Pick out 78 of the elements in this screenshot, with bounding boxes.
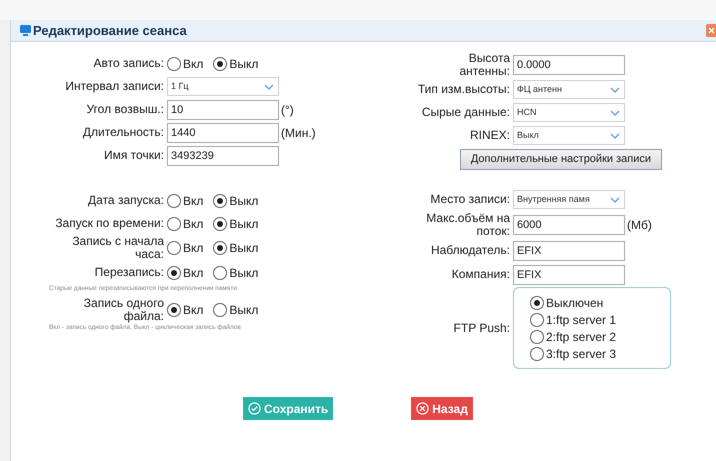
radio-label[interactable]: Вкл [183, 214, 204, 232]
field-label: Дата запуска: [87, 194, 164, 207]
radio-button[interactable] [213, 194, 228, 208]
chevron-down-icon [610, 132, 620, 138]
radio-button[interactable] [213, 266, 228, 280]
text-field[interactable]: 3493239 [167, 146, 279, 166]
radio-label[interactable]: Выкл [229, 239, 258, 257]
radio-button[interactable] [530, 330, 544, 344]
radio-button[interactable] [530, 296, 544, 310]
radio-label[interactable]: Вкл [183, 264, 204, 282]
monitor-icon [19, 24, 32, 37]
field-label: Компания: [450, 268, 510, 281]
chevron-down-icon [610, 86, 620, 92]
field-label: Тип изм.высоты: [416, 83, 510, 96]
unit-label: (Мб) [627, 217, 652, 234]
field-label: Макс.объём на поток: [425, 212, 510, 238]
chevron-down-icon [610, 110, 620, 116]
field-label: RINEX: [468, 129, 510, 142]
radio-label[interactable]: Вкл [183, 239, 204, 257]
chevron-down-icon [264, 84, 274, 90]
field-label: Сырые данные: [420, 106, 510, 119]
text-field[interactable]: EFIX [513, 264, 625, 284]
unit-label: (Мин.) [281, 124, 316, 142]
field-label: FTP Push: [452, 322, 510, 334]
close-icon[interactable] [706, 24, 716, 37]
dropdown-select[interactable]: Выкл [513, 126, 625, 145]
x-circle-icon [416, 402, 430, 415]
field-label: Угол возвыш.: [85, 103, 164, 116]
radio-button[interactable] [167, 194, 181, 208]
text-field[interactable]: 0.0000 [513, 55, 625, 75]
advanced-settings-button[interactable]: Дополнительные настройки записи [460, 149, 662, 170]
field-label: Запись одного файла: [82, 297, 164, 323]
radio-label[interactable]: Выкл [229, 264, 258, 282]
radio-button[interactable] [167, 56, 181, 70]
radio-button[interactable] [167, 303, 181, 317]
radio-button[interactable] [213, 56, 228, 70]
dropdown-select[interactable]: HCN [513, 103, 625, 122]
radio-label[interactable]: Выкл [229, 192, 258, 210]
radio-label[interactable]: Выкл [229, 54, 258, 72]
field-label: Интервал записи: [64, 80, 164, 93]
dropdown-select[interactable]: ФЦ антенн [513, 80, 625, 99]
radio-button[interactable] [213, 303, 228, 317]
text-field[interactable]: 1440 [167, 122, 279, 142]
radio-label[interactable]: Вкл [183, 54, 204, 72]
radio-label[interactable]: Вкл [183, 192, 204, 210]
check-circle-icon [248, 402, 261, 415]
radio-label[interactable]: 3:ftp server 3 [546, 344, 616, 362]
radio-button[interactable] [213, 241, 228, 255]
radio-button[interactable] [530, 346, 544, 360]
radio-button[interactable] [167, 216, 181, 230]
unit-label: (°) [281, 102, 294, 118]
field-label: Запуск по времени: [54, 217, 164, 230]
field-label: Запись с начала часа: [71, 235, 164, 261]
radio-label[interactable]: Выкл [229, 214, 258, 232]
dialog-title: Редактирование сеанса [33, 22, 187, 40]
field-label: Высота антенны: [458, 52, 510, 78]
field-label: Авто запись: [92, 57, 164, 70]
text-field[interactable]: EFIX [513, 240, 625, 260]
text-field[interactable]: 10 [167, 100, 279, 120]
back-button[interactable]: Назад [411, 397, 473, 420]
radio-button[interactable] [213, 216, 228, 230]
radio-button[interactable] [167, 241, 181, 255]
radio-button[interactable] [167, 266, 181, 280]
radio-label[interactable]: Выкл [229, 301, 258, 319]
field-label: Перезапись: [94, 266, 164, 279]
dropdown-select[interactable]: 1 Гц [167, 77, 279, 96]
chevron-down-icon [610, 196, 620, 202]
radio-label[interactable]: 1:ftp server 1 [546, 310, 616, 328]
field-label: Имя точки: [102, 149, 164, 162]
text-field[interactable]: 6000 [513, 215, 625, 235]
radio-label[interactable]: Выключен [546, 294, 604, 312]
dropdown-select[interactable]: Внутренняя памя [513, 190, 625, 209]
field-label: Место записи: [429, 193, 510, 206]
radio-label[interactable]: Вкл [183, 301, 204, 319]
radio-label[interactable]: 2:ftp server 2 [546, 328, 616, 346]
field-label: Длительность: [82, 126, 164, 139]
radio-button[interactable] [530, 312, 544, 326]
field-label: Наблюдатель: [430, 244, 510, 257]
